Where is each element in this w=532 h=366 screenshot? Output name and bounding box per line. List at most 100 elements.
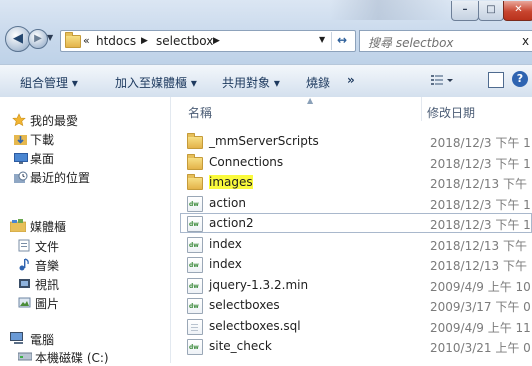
refresh-icon[interactable]: ↔: [337, 33, 347, 47]
pane-splitter[interactable]: [170, 97, 171, 363]
file-date: 2018/12/13 下午 .: [430, 238, 532, 253]
file-row[interactable]: index 2018/12/13 下午 .: [180, 234, 532, 254]
document-icon: [187, 318, 203, 335]
nav-recent-places[interactable]: 最近的位置: [30, 169, 90, 186]
more-commands-button[interactable]: »: [347, 73, 355, 87]
file-date: 2009/4/9 上午 11.: [430, 320, 532, 335]
dreamweaver-file-icon: [187, 195, 203, 212]
maximize-button[interactable]: □: [478, 1, 504, 21]
file-date: 2009/4/9 上午 10.: [430, 279, 532, 294]
close-icon: ✕: [514, 4, 523, 15]
close-button[interactable]: ✕: [503, 1, 532, 21]
preview-pane-icon[interactable]: [488, 72, 504, 88]
address-dropdown-icon[interactable]: ▼: [319, 35, 325, 44]
file-date: 2018/12/3 下午 1.: [430, 156, 532, 171]
file-name: action2: [209, 216, 254, 230]
breadcrumb-separator-icon[interactable]: ▶: [141, 36, 148, 46]
nav-downloads[interactable]: 下載: [30, 131, 54, 148]
libraries-icon: [10, 219, 26, 232]
address-bar[interactable]: « htdocs ▶ selectbox ▶ ▼ ↔: [60, 30, 356, 52]
minimize-button[interactable]: –: [451, 1, 479, 21]
file-row[interactable]: selectboxes 2009/3/17 下午 0.: [180, 295, 532, 315]
dreamweaver-file-icon: [187, 298, 203, 314]
file-name: jquery-1.3.2.min: [209, 277, 309, 292]
nav-videos[interactable]: 視訊: [35, 276, 59, 293]
nav-music[interactable]: 音樂: [35, 257, 59, 274]
column-divider[interactable]: [421, 97, 422, 121]
documents-icon: [18, 239, 30, 252]
pictures-icon: [18, 297, 31, 308]
nav-desktop[interactable]: 桌面: [30, 150, 54, 167]
share-with-button[interactable]: 共用對象 ▾: [222, 74, 280, 91]
column-date-header[interactable]: 修改日期: [427, 104, 475, 121]
downloads-folder-icon: [14, 135, 27, 145]
maximize-icon: □: [486, 4, 496, 15]
add-to-library-button[interactable]: 加入至媒體櫃 ▾: [115, 74, 197, 91]
music-icon: [19, 258, 29, 271]
file-date: 2009/3/17 下午 0.: [430, 300, 532, 314]
file-date: 2018/12/3 下午 1.: [430, 136, 532, 150]
file-date: 2018/12/13 下午 .: [430, 259, 532, 273]
file-row[interactable]: jquery-1.3.2.min 2009/4/9 上午 10.: [180, 275, 532, 295]
dreamweaver-file-icon: [187, 339, 203, 355]
change-view-icon[interactable]: [429, 71, 455, 89]
file-row[interactable]: action2 2018/12/3 下午 1.: [180, 213, 532, 233]
file-name: selectboxes: [209, 298, 280, 312]
dreamweaver-file-icon: [187, 277, 203, 294]
column-header: 名稱 ▲ 修改日期: [171, 96, 532, 121]
burn-button[interactable]: 燒錄: [306, 74, 330, 91]
minimize-icon: –: [462, 4, 468, 15]
column-name-header[interactable]: 名稱: [188, 104, 212, 121]
search-icon[interactable]: ⅹ: [522, 34, 529, 48]
videos-icon: [19, 279, 30, 288]
file-row[interactable]: index 2018/12/13 下午 .: [180, 254, 532, 274]
address-divider: [331, 32, 332, 50]
nav-local-disk[interactable]: 本機磁碟 (C:): [35, 349, 109, 366]
forward-button[interactable]: ▶: [28, 29, 48, 49]
nav-computer[interactable]: 電腦: [30, 331, 54, 348]
file-name: images: [209, 175, 253, 189]
file-date: 2018/12/3 下午 1.: [430, 218, 532, 232]
back-arrow-icon: ◀: [13, 31, 23, 46]
folder-icon: [187, 174, 203, 190]
search-placeholder: 搜尋 selectbox: [368, 36, 454, 50]
file-name: _mmServerScripts: [209, 134, 319, 148]
search-input[interactable]: 搜尋 selectbox ⅹ: [359, 30, 532, 52]
file-row[interactable]: Connections 2018/12/3 下午 1.: [180, 152, 532, 172]
breadcrumb-separator-icon[interactable]: ▶: [213, 36, 220, 46]
file-row[interactable]: site_check 2010/3/21 上午 0.: [180, 336, 532, 356]
folder-icon: [187, 153, 203, 170]
file-row[interactable]: images 2018/12/13 下午 .: [180, 172, 532, 192]
file-name: index: [209, 236, 242, 251]
dreamweaver-file-icon: [187, 257, 203, 273]
dreamweaver-file-icon: [187, 216, 203, 232]
star-icon: [12, 113, 26, 127]
navigation-pane: 我的最愛 下載 桌面 最近的位置 媒體櫃 文件 音樂 視訊 圖片 電腦 本機磁碟…: [0, 97, 170, 366]
file-name: index: [209, 257, 242, 271]
breadcrumb-htdocs[interactable]: htdocs: [96, 34, 136, 48]
file-name: selectboxes.sql: [209, 318, 301, 333]
file-row[interactable]: _mmServerScripts 2018/12/3 下午 1.: [180, 131, 532, 151]
breadcrumb-selectbox[interactable]: selectbox: [156, 34, 213, 48]
recent-pages-dropdown-icon[interactable]: ▼: [47, 33, 53, 42]
title-bar-blur: [330, 0, 450, 20]
nav-favorites[interactable]: 我的最愛: [30, 112, 78, 129]
command-toolbar: 組合管理 ▾ 加入至媒體櫃 ▾ 共用對象 ▾ 燒錄 » ?: [0, 64, 532, 98]
nav-pictures[interactable]: 圖片: [35, 295, 59, 312]
file-date: 2010/3/21 上午 0.: [430, 341, 532, 355]
file-date: 2018/12/3 下午 1.: [430, 197, 532, 212]
nav-libraries[interactable]: 媒體櫃: [30, 218, 66, 235]
file-name: Connections: [209, 154, 284, 169]
file-row[interactable]: action 2018/12/3 下午 1.: [180, 193, 532, 213]
dreamweaver-file-icon: [187, 236, 203, 253]
file-name: action: [209, 195, 246, 210]
breadcrumb-overflow[interactable]: «: [83, 34, 90, 47]
help-icon[interactable]: ?: [512, 71, 528, 87]
nav-documents[interactable]: 文件: [35, 238, 59, 255]
desktop-icon: [14, 153, 28, 164]
forward-arrow-icon: ▶: [34, 33, 42, 44]
file-row[interactable]: selectboxes.sql 2009/4/9 上午 11.: [180, 316, 532, 336]
sort-arrow-icon: ▲: [307, 96, 314, 105]
file-date: 2018/12/13 下午 .: [430, 177, 532, 191]
organize-button[interactable]: 組合管理 ▾: [20, 74, 78, 91]
